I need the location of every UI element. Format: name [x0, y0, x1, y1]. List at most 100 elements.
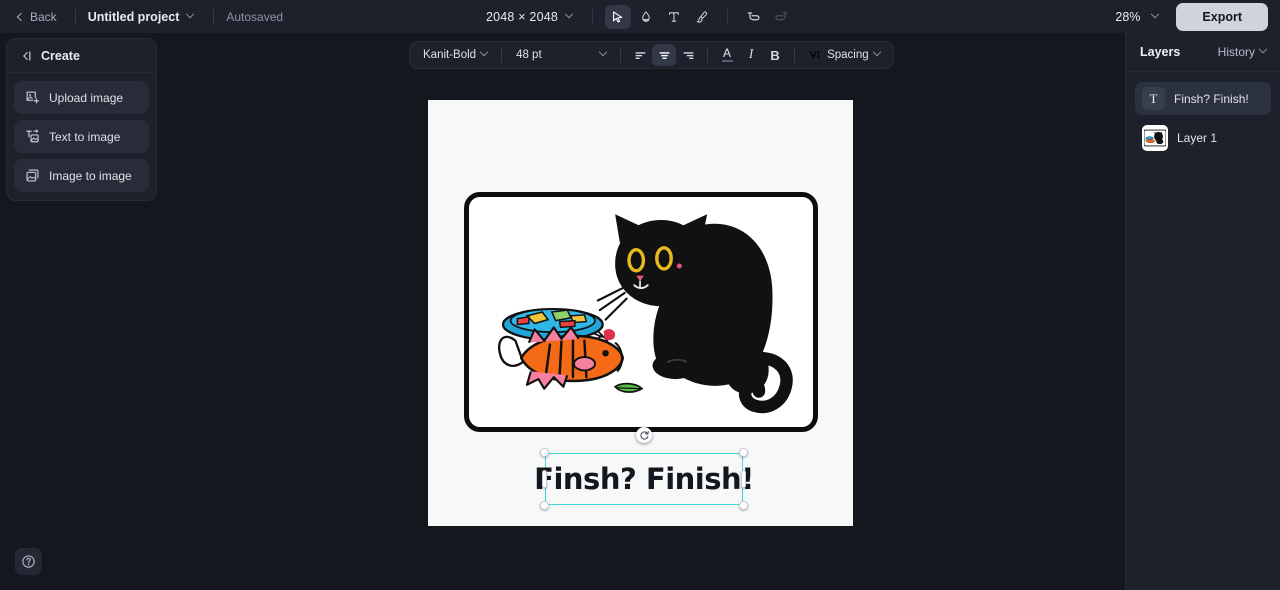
upload-image-label: Upload image [49, 90, 124, 105]
redo-icon [774, 12, 787, 21]
layer-thumbnail-image [1144, 129, 1166, 147]
chevron-down-icon [1151, 9, 1160, 18]
history-group [740, 5, 794, 29]
align-right-icon [683, 51, 693, 59]
text-tool-button[interactable] [661, 5, 687, 29]
text-to-image-button[interactable]: Text to image [14, 120, 149, 153]
text-element-selection[interactable]: Finsh? Finish! [534, 448, 754, 510]
canvas-size-dropdown[interactable] [558, 9, 580, 22]
top-bar-right: 28% Export [1115, 0, 1268, 33]
layer-row[interactable]: Layer 1 [1135, 120, 1271, 156]
image-layer-artwork[interactable] [464, 192, 818, 432]
font-family-select[interactable]: Kanit-Bold [416, 46, 494, 64]
align-center-button[interactable] [652, 44, 677, 66]
chevron-down-icon [1258, 44, 1268, 54]
back-label: Back [30, 9, 57, 24]
redo-button[interactable] [768, 5, 794, 29]
project-menu-button[interactable] [179, 9, 201, 22]
canvas-text-element[interactable]: Finsh? Finish! [534, 453, 754, 505]
resize-handle-top-left[interactable] [540, 448, 549, 457]
resize-handle-top-right[interactable] [739, 448, 748, 457]
help-circle-icon [22, 555, 35, 568]
chevron-down-icon [186, 9, 195, 18]
undo-icon [747, 12, 760, 21]
resize-handle-left[interactable] [542, 470, 547, 488]
layer-name: Layer 1 [1177, 131, 1218, 145]
chevron-left-icon [16, 12, 26, 21]
project-name[interactable]: Untitled project [88, 10, 180, 24]
eraser-tool-button[interactable] [633, 5, 659, 29]
align-right-button[interactable] [676, 44, 700, 66]
divider [707, 47, 709, 63]
divider [74, 8, 76, 25]
text-color-icon: A [721, 45, 733, 63]
history-label: History [1217, 45, 1255, 59]
text-to-image-icon [26, 129, 39, 143]
layers-panel-header: Layers History [1126, 33, 1280, 72]
align-center-icon [659, 51, 669, 59]
upload-image-icon [26, 91, 39, 104]
font-size-value: 48 pt [516, 49, 542, 61]
undo-button[interactable] [740, 5, 766, 29]
canvas-size-value[interactable]: 2048 × 2048 [486, 10, 558, 24]
app-root: Back Untitled project Autosaved 2048 × 2… [0, 0, 1280, 590]
image-to-image-button[interactable]: Image to image [14, 159, 149, 192]
create-panel-title: Create [41, 49, 80, 63]
chevron-down-icon [479, 47, 489, 57]
align-left-button[interactable] [628, 44, 652, 66]
resize-handle-right[interactable] [741, 470, 746, 488]
chevron-down-icon [872, 47, 881, 57]
text-format-toolbar: Kanit-Bold 48 pt A I B Spacing [409, 41, 894, 69]
text-layer-icon: T [1142, 87, 1165, 110]
text-to-image-label: Text to image [49, 129, 121, 144]
layers-list: T Finsh? Finish! Layer 1 [1126, 72, 1280, 156]
autosaved-status: Autosaved [226, 9, 284, 24]
collapse-panel-icon[interactable] [19, 49, 33, 63]
eraser-icon [642, 10, 650, 22]
divider [620, 47, 622, 63]
resize-handle-bottom-right[interactable] [739, 501, 748, 510]
spacing-icon [810, 50, 820, 58]
cursor-icon [613, 10, 623, 22]
image-to-image-icon [26, 169, 39, 182]
chevron-down-icon [564, 9, 574, 18]
bold-button[interactable]: B [763, 44, 787, 66]
top-bar: Back Untitled project Autosaved 2048 × 2… [0, 0, 1280, 33]
layers-panel: Layers History T Finsh? Finish! Layer 1 [1125, 33, 1280, 590]
italic-label: I [748, 47, 754, 62]
layer-row[interactable]: T Finsh? Finish! [1135, 82, 1271, 115]
help-button[interactable] [15, 548, 42, 575]
font-size-select[interactable]: 48 pt [509, 46, 613, 64]
divider [794, 47, 796, 63]
bold-label: B [770, 47, 780, 63]
text-color-label: A [723, 45, 732, 60]
resize-handle-bottom-left[interactable] [540, 501, 549, 510]
layers-panel-title: Layers [1140, 45, 1181, 59]
divider [727, 8, 729, 25]
align-left-icon [635, 51, 645, 59]
font-family-value: Kanit-Bold [423, 49, 477, 61]
zoom-dropdown[interactable] [1144, 9, 1166, 22]
tool-group [605, 4, 715, 29]
spacing-label: Spacing [827, 49, 869, 61]
chevron-down-icon [598, 47, 608, 57]
brush-tool-button[interactable] [689, 5, 715, 29]
upload-image-button[interactable]: Upload image [14, 81, 149, 114]
select-tool-button[interactable] [605, 4, 632, 29]
divider [592, 8, 594, 25]
create-panel-header: Create [7, 39, 156, 73]
spacing-select[interactable]: Spacing [802, 46, 887, 65]
create-panel: Create Upload image Text to image Image … [6, 38, 157, 201]
color-swatch [721, 59, 733, 63]
history-tab[interactable]: History [1217, 44, 1268, 59]
italic-button[interactable]: I [739, 44, 763, 66]
divider [501, 47, 503, 63]
rotate-handle[interactable] [636, 427, 652, 443]
zoom-level[interactable]: 28% [1115, 10, 1140, 24]
export-button[interactable]: Export [1176, 2, 1268, 31]
back-button[interactable]: Back [12, 6, 63, 28]
layer-thumbnail [1142, 125, 1168, 151]
cat-and-fish-illustration [471, 197, 811, 427]
text-color-button[interactable]: A [715, 44, 739, 66]
text-icon [669, 11, 679, 22]
